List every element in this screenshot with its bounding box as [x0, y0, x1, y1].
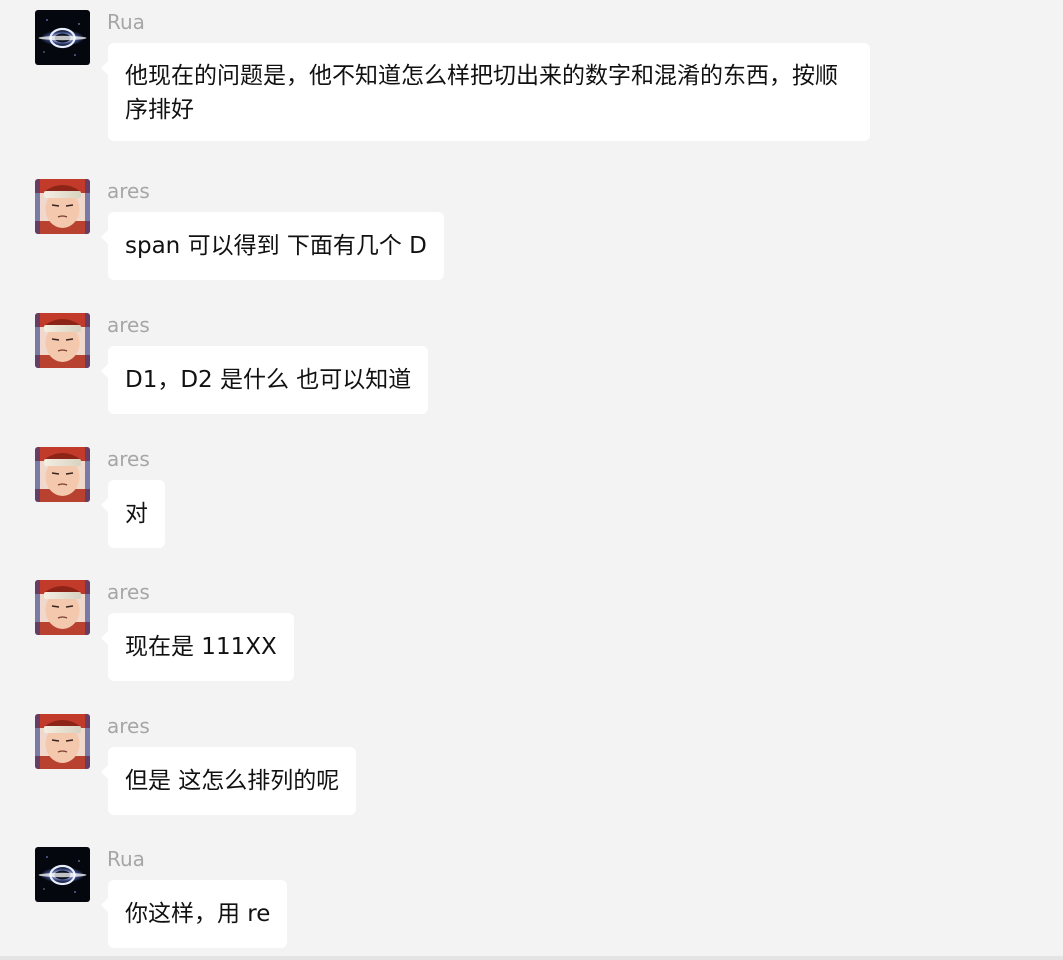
- message-bubble[interactable]: D1，D2 是什么 也可以知道: [100, 346, 429, 414]
- sender-name: ares: [107, 179, 150, 203]
- chat-history[interactable]: Rua 他现在的问题是，他不知道怎么样把切出来的数字和混淆的东西，按顺序排好 a…: [0, 0, 1063, 960]
- message-bubble[interactable]: 他现在的问题是，他不知道怎么样把切出来的数字和混淆的东西，按顺序排好: [101, 43, 870, 141]
- sender-name: ares: [107, 580, 150, 604]
- galaxy-avatar-icon[interactable]: [35, 10, 90, 65]
- anime-character-avatar-icon[interactable]: [35, 580, 90, 635]
- message-bubble[interactable]: span 可以得到 下面有几个 D: [101, 212, 444, 280]
- anime-character-avatar-icon[interactable]: [35, 179, 90, 234]
- galaxy-avatar-icon[interactable]: [35, 847, 90, 902]
- message-bubble[interactable]: 但是 这怎么排列的呢: [100, 747, 357, 815]
- sender-name: Rua: [107, 847, 145, 871]
- message-bubble[interactable]: 现在是 111XX: [101, 613, 294, 681]
- anime-character-avatar-icon[interactable]: [35, 313, 90, 368]
- anime-character-avatar-icon[interactable]: [35, 447, 90, 502]
- sender-name: ares: [107, 313, 150, 337]
- message-bubble[interactable]: 对: [101, 480, 165, 548]
- divider: [0, 956, 1063, 960]
- anime-character-avatar-icon[interactable]: [35, 714, 90, 769]
- sender-name: Rua: [107, 10, 145, 34]
- sender-name: ares: [107, 714, 150, 738]
- sender-name: ares: [107, 447, 150, 471]
- message-bubble[interactable]: 你这样，用 re: [100, 880, 288, 948]
